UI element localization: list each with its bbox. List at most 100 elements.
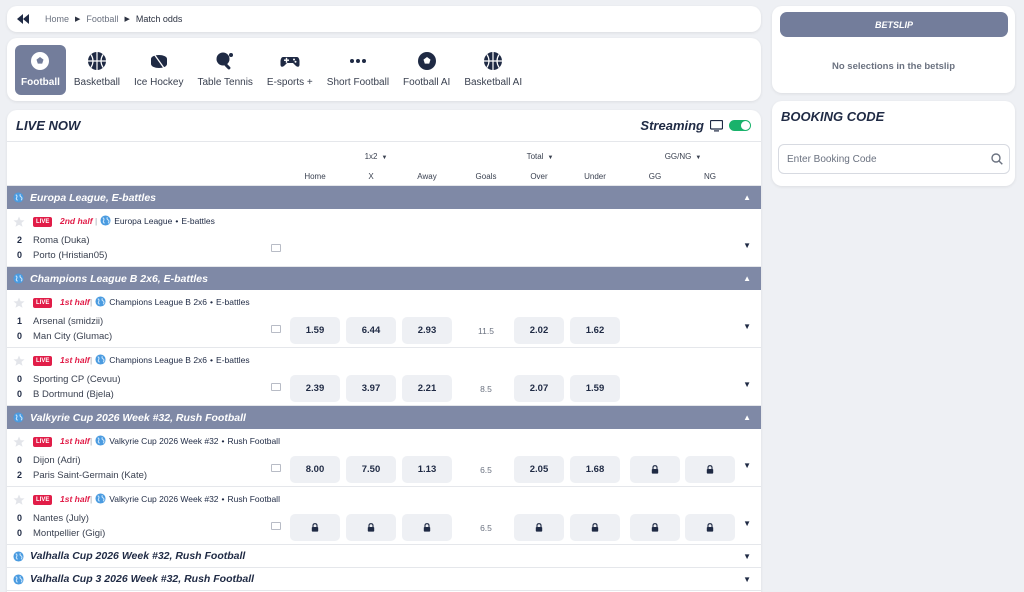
chevron-down-icon: ▼	[381, 155, 388, 161]
odd-home-locked[interactable]	[290, 514, 340, 541]
booking-code-panel: BOOKING CODE	[772, 101, 1015, 186]
odd-away[interactable]: 2.93	[402, 317, 452, 344]
odd-over[interactable]: 2.07	[514, 375, 564, 402]
match-competition: | Valkyrie Cup 2026 Week #32 • Rush Footbal…	[90, 493, 280, 504]
match-period: 1st half	[60, 436, 90, 446]
streaming-toggle[interactable]	[729, 120, 751, 131]
league-header[interactable]: Champions League B 2x6, E-battles ▲	[7, 267, 761, 290]
expand-markets-chevron-icon[interactable]: ▼	[743, 461, 751, 470]
away-score: 2	[17, 470, 23, 480]
betslip-header[interactable]: BETSLIP	[780, 12, 1008, 37]
sport-tab-basketball-ai[interactable]: Basketball AI	[458, 45, 528, 95]
league-header[interactable]: Valkyrie Cup 2026 Week #32, Rush Footbal…	[7, 406, 761, 429]
match-row[interactable]: LIVE 1st half | Valkyrie Cup 2026 Week #32 •…	[7, 429, 761, 487]
favorite-star-icon[interactable]	[13, 216, 25, 228]
odd-gg-locked[interactable]	[630, 456, 680, 483]
breadcrumb-football[interactable]: Football	[86, 14, 118, 24]
odd-x[interactable]: 3.97	[346, 375, 396, 402]
divider: |	[90, 435, 93, 446]
tv-icon[interactable]	[271, 464, 281, 472]
odd-x[interactable]: 7.50	[346, 456, 396, 483]
sport-tab-ice-hockey[interactable]: Ice Hockey	[128, 45, 189, 95]
odd-over-locked[interactable]	[514, 514, 564, 541]
expand-markets-chevron-icon[interactable]: ▼	[743, 241, 751, 250]
tv-icon[interactable]	[271, 522, 281, 530]
chevron-down-icon: ▼	[695, 155, 702, 161]
divider: |	[90, 354, 93, 365]
match-row[interactable]: LIVE 1st half | Valkyrie Cup 2026 Week #32 •…	[7, 487, 761, 545]
odd-away[interactable]: 1.13	[402, 456, 452, 483]
live-badge: LIVE	[33, 217, 53, 227]
breadcrumb-separator-icon: ▶	[124, 16, 130, 23]
column-header-home: Home	[304, 172, 326, 181]
sport-tab-football-ai[interactable]: Football AI	[397, 45, 456, 95]
odd-under[interactable]: 1.59	[570, 375, 620, 402]
breadcrumb: Home ▶ Football ▶ Match odds	[7, 6, 761, 32]
breadcrumb-home[interactable]: Home	[45, 14, 69, 24]
expand-markets-chevron-icon[interactable]: ▼	[743, 519, 751, 528]
expand-markets-chevron-icon[interactable]: ▼	[743, 322, 751, 331]
odd-over[interactable]: 2.02	[514, 317, 564, 344]
streaming-control[interactable]: Streaming	[640, 118, 751, 133]
sport-tab-football[interactable]: Football	[15, 44, 66, 95]
odd-home[interactable]: 1.59	[290, 317, 340, 344]
chevron-up-icon[interactable]: ▲	[743, 413, 751, 422]
chevron-up-icon[interactable]: ▲	[743, 193, 751, 202]
favorite-star-icon[interactable]	[13, 436, 25, 448]
live-badge: LIVE	[33, 437, 53, 447]
odd-x-locked[interactable]	[346, 514, 396, 541]
odd-ng-locked[interactable]	[685, 514, 735, 541]
sport-tab-table-tennis[interactable]: Table Tennis	[192, 45, 259, 95]
sport-tab-e-sports[interactable]: E-sports +	[261, 45, 319, 95]
odd-away-locked[interactable]	[402, 514, 452, 541]
odd-under[interactable]: 1.62	[570, 317, 620, 344]
odd-home[interactable]: 2.39	[290, 375, 340, 402]
market-group-total[interactable]: Total ▼	[527, 152, 554, 161]
home-team-name: Dijon (Adri)	[33, 455, 81, 466]
favorite-star-icon[interactable]	[13, 494, 25, 506]
match-row[interactable]: LIVE 1st half | Champions League B 2x6 • E-ba…	[7, 290, 761, 348]
sport-tab-label: Table Tennis	[197, 77, 253, 88]
market-group-gg-ng[interactable]: GG/NG ▼	[665, 152, 702, 161]
sport-tab-basketball[interactable]: Basketball	[68, 45, 126, 95]
more-dots-icon	[349, 59, 366, 63]
league-header[interactable]: Europa League, E-battles ▲	[7, 186, 761, 209]
live-header: LIVE NOW Streaming	[7, 110, 761, 142]
chevron-down-icon[interactable]: ▼	[743, 575, 751, 584]
odd-away[interactable]: 2.21	[402, 375, 452, 402]
goals-line: 6.5	[480, 523, 492, 533]
chevron-down-icon[interactable]: ▼	[743, 552, 751, 561]
away-score: 0	[17, 331, 23, 341]
match-period: 2nd half	[60, 216, 93, 226]
away-team-name: Man City (Glumac)	[33, 331, 113, 342]
tv-icon[interactable]	[271, 244, 281, 252]
league-header[interactable]: Valhalla Cup 2026 Week #32, Rush Footbal…	[7, 545, 761, 568]
odd-ng-locked[interactable]	[685, 456, 735, 483]
search-icon[interactable]	[991, 153, 1003, 165]
lock-icon	[367, 523, 375, 532]
globe-icon	[100, 215, 111, 226]
sport-tab-short-football[interactable]: Short Football	[321, 45, 395, 95]
odd-under-locked[interactable]	[570, 514, 620, 541]
odd-under[interactable]: 1.68	[570, 456, 620, 483]
league-header[interactable]: Valhalla Cup 3 2026 Week #32, Rush Footb…	[7, 568, 761, 591]
odd-home[interactable]: 8.00	[290, 456, 340, 483]
league-name: Valkyrie Cup 2026 Week #32, Rush Footbal…	[30, 411, 246, 424]
odd-x[interactable]: 6.44	[346, 317, 396, 344]
match-row[interactable]: LIVE 1st half | Champions League B 2x6 • E-ba…	[7, 348, 761, 406]
tv-icon[interactable]	[271, 383, 281, 391]
football-icon	[31, 52, 50, 70]
chevron-up-icon[interactable]: ▲	[743, 274, 751, 283]
sport-tab-label: Basketball AI	[464, 77, 523, 88]
favorite-star-icon[interactable]	[13, 355, 25, 367]
market-group-1x2[interactable]: 1x2 ▼	[365, 152, 388, 161]
odd-gg-locked[interactable]	[630, 514, 680, 541]
back-double-arrow-icon[interactable]	[15, 11, 31, 27]
expand-markets-chevron-icon[interactable]: ▼	[743, 380, 751, 389]
match-row[interactable]: LIVE 2nd half | Europa League • E-battles 2 Rom…	[7, 209, 761, 267]
tv-icon[interactable]	[271, 325, 281, 333]
favorite-star-icon[interactable]	[13, 297, 25, 309]
booking-code-input[interactable]	[778, 144, 1010, 174]
league-name: Europa League, E-battles	[30, 191, 157, 204]
odd-over[interactable]: 2.05	[514, 456, 564, 483]
